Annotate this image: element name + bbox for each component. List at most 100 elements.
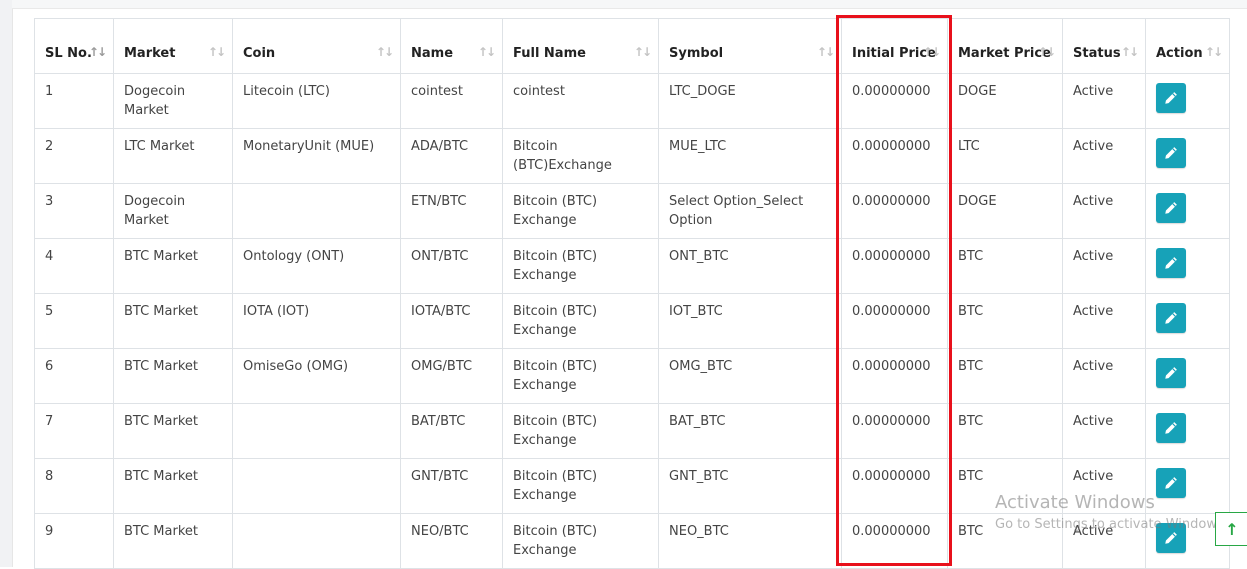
table-row: 5 BTC Market IOTA (IOT) IOTA/BTC Bitcoin (BT… bbox=[34, 293, 1230, 349]
coin-list-table: SL No. ↑↓ Market ↑↓ Coin ↑↓ Name ↑↓ Full Name ↑↓ S… bbox=[34, 18, 1230, 569]
table-header-row: SL No. ↑↓ Market ↑↓ Coin ↑↓ Name ↑↓ Full Name ↑↓ S… bbox=[34, 18, 1230, 74]
sort-icon[interactable]: ↑↓ bbox=[208, 43, 226, 62]
column-header-symbol[interactable]: Symbol ↑↓ bbox=[658, 18, 842, 74]
cell-fullname: Bitcoin (BTC)Exchange bbox=[502, 128, 659, 184]
cell-status: Active bbox=[1062, 128, 1146, 184]
cell-sl: 6 bbox=[34, 348, 114, 404]
cell-name: GNT/BTC bbox=[400, 458, 503, 514]
pencil-edit-icon bbox=[1165, 257, 1177, 269]
cell-initial: 0.00000000 bbox=[841, 238, 948, 294]
cell-status: Active bbox=[1062, 403, 1146, 459]
cell-fullname: Bitcoin (BTC) Exchange bbox=[502, 458, 659, 514]
cell-marketprice: BTC bbox=[947, 293, 1063, 349]
edit-button[interactable] bbox=[1156, 358, 1186, 388]
cell-initial: 0.00000000 bbox=[841, 348, 948, 404]
cell-market: Dogecoin Market bbox=[113, 183, 233, 239]
table-row: 7 BTC Market BAT/BTC Bitcoin (BTC) Exchange… bbox=[34, 403, 1230, 459]
column-header-marketprice[interactable]: Market Price ↑↓ bbox=[947, 18, 1063, 74]
cell-initial: 0.00000000 bbox=[841, 128, 948, 184]
pencil-edit-icon bbox=[1165, 147, 1177, 159]
cell-name: BAT/BTC bbox=[400, 403, 503, 459]
edit-button[interactable] bbox=[1156, 413, 1186, 443]
cell-symbol: ONT_BTC bbox=[658, 238, 842, 294]
table-row: 6 BTC Market OmiseGo (OMG) OMG/BTC Bitcoin (… bbox=[34, 348, 1230, 404]
edit-button[interactable] bbox=[1156, 83, 1186, 113]
pencil-edit-icon bbox=[1165, 367, 1177, 379]
sort-icon[interactable]: ↑↓ bbox=[1205, 43, 1223, 62]
column-header-label: Name bbox=[411, 46, 454, 61]
cell-action bbox=[1145, 73, 1230, 129]
watermark-subtitle: Go to Settings to activate Windows. bbox=[995, 517, 1228, 532]
top-edge bbox=[12, 0, 1247, 9]
cell-fullname: Bitcoin (BTC) Exchange bbox=[502, 348, 659, 404]
cell-coin: MonetaryUnit (MUE) bbox=[232, 128, 401, 184]
column-header-fullname[interactable]: Full Name ↑↓ bbox=[502, 18, 659, 74]
cell-symbol: NEO_BTC bbox=[658, 513, 842, 569]
edit-button[interactable] bbox=[1156, 193, 1186, 223]
cell-initial: 0.00000000 bbox=[841, 183, 948, 239]
cell-name: cointest bbox=[400, 73, 503, 129]
cell-symbol: GNT_BTC bbox=[658, 458, 842, 514]
cell-sl: 1 bbox=[34, 73, 114, 129]
cell-marketprice: BTC bbox=[947, 403, 1063, 459]
cell-coin: Ontology (ONT) bbox=[232, 238, 401, 294]
cell-status: Active bbox=[1062, 183, 1146, 239]
cell-market: Dogecoin Market bbox=[113, 73, 233, 129]
column-header-market[interactable]: Market ↑↓ bbox=[113, 18, 233, 74]
sort-icon[interactable]: ↑↓ bbox=[376, 43, 394, 62]
edit-button[interactable] bbox=[1156, 248, 1186, 278]
sort-icon[interactable]: ↑↓ bbox=[817, 43, 835, 62]
column-header-label: SL No. bbox=[45, 46, 92, 61]
column-header-status[interactable]: Status ↑↓ bbox=[1062, 18, 1146, 74]
column-header-label: Symbol bbox=[669, 46, 724, 61]
cell-fullname: cointest bbox=[502, 73, 659, 129]
sort-icon[interactable]: ↑↓ bbox=[923, 43, 941, 62]
cell-marketprice: DOGE bbox=[947, 183, 1063, 239]
cell-initial: 0.00000000 bbox=[841, 293, 948, 349]
cell-action bbox=[1145, 403, 1230, 459]
column-header-label: Status bbox=[1073, 46, 1121, 61]
edit-button[interactable] bbox=[1156, 303, 1186, 333]
cell-fullname: Bitcoin (BTC) Exchange bbox=[502, 403, 659, 459]
edit-button[interactable] bbox=[1156, 138, 1186, 168]
column-header-sl[interactable]: SL No. ↑↓ bbox=[34, 18, 114, 74]
cell-action bbox=[1145, 293, 1230, 349]
column-header-initial[interactable]: Initial Price ↑↓ bbox=[841, 18, 948, 74]
table-row: 3 Dogecoin Market ETN/BTC Bitcoin (BTC) Exc… bbox=[34, 183, 1230, 239]
cell-action bbox=[1145, 183, 1230, 239]
left-gutter bbox=[0, 0, 13, 567]
cell-initial: 0.00000000 bbox=[841, 403, 948, 459]
cell-fullname: Bitcoin (BTC) Exchange bbox=[502, 513, 659, 569]
scroll-to-top-button[interactable]: ↑ bbox=[1215, 512, 1247, 546]
cell-symbol: OMG_BTC bbox=[658, 348, 842, 404]
cell-coin: Litecoin (LTC) bbox=[232, 73, 401, 129]
pencil-edit-icon bbox=[1165, 92, 1177, 104]
sort-icon[interactable]: ↑↓ bbox=[89, 43, 107, 62]
cell-symbol: BAT_BTC bbox=[658, 403, 842, 459]
table-row: 4 BTC Market Ontology (ONT) ONT/BTC Bitcoin … bbox=[34, 238, 1230, 294]
column-header-label: Market bbox=[124, 46, 176, 61]
cell-sl: 2 bbox=[34, 128, 114, 184]
cell-status: Active bbox=[1062, 293, 1146, 349]
pencil-edit-icon bbox=[1165, 422, 1177, 434]
column-header-action[interactable]: Action ↑↓ bbox=[1145, 18, 1230, 74]
pencil-edit-icon bbox=[1165, 202, 1177, 214]
cell-market: BTC Market bbox=[113, 238, 233, 294]
column-header-label: Coin bbox=[243, 46, 276, 61]
cell-initial: 0.00000000 bbox=[841, 458, 948, 514]
sort-icon[interactable]: ↑↓ bbox=[478, 43, 496, 62]
cell-market: BTC Market bbox=[113, 293, 233, 349]
cell-sl: 8 bbox=[34, 458, 114, 514]
cell-marketprice: DOGE bbox=[947, 73, 1063, 129]
cell-symbol: LTC_DOGE bbox=[658, 73, 842, 129]
sort-icon[interactable]: ↑↓ bbox=[1038, 43, 1056, 62]
column-header-coin[interactable]: Coin ↑↓ bbox=[232, 18, 401, 74]
cell-symbol: Select Option_Select Option bbox=[658, 183, 842, 239]
sort-icon[interactable]: ↑↓ bbox=[1121, 43, 1139, 62]
cell-status: Active bbox=[1062, 73, 1146, 129]
cell-name: ETN/BTC bbox=[400, 183, 503, 239]
cell-coin bbox=[232, 183, 401, 239]
table-row: 1 Dogecoin Market Litecoin (LTC) cointest co… bbox=[34, 73, 1230, 129]
column-header-name[interactable]: Name ↑↓ bbox=[400, 18, 503, 74]
sort-icon[interactable]: ↑↓ bbox=[634, 43, 652, 62]
